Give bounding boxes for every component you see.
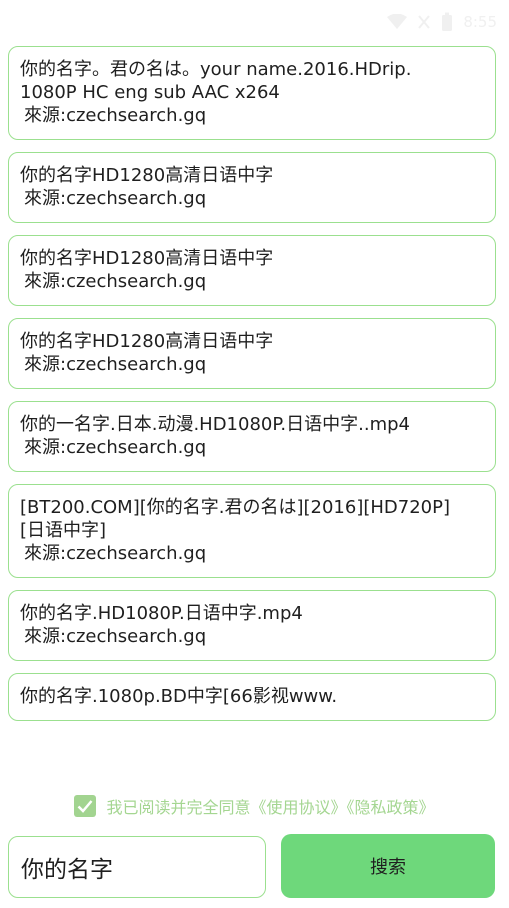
result-title: 你的名字.HD1080P.日语中字.mp4 bbox=[20, 603, 303, 624]
result-title: 你的名字HD1280高清日语中字 bbox=[20, 248, 274, 269]
status-bar: 8:55 bbox=[0, 0, 509, 44]
battery-icon bbox=[441, 12, 453, 32]
result-title: 你的名字HD1280高清日语中字 bbox=[20, 331, 274, 352]
result-item[interactable]: 你的名字.1080p.BD中字[66影视www. bbox=[8, 673, 496, 721]
result-source: 來源:czechsearch.gq bbox=[24, 354, 207, 375]
result-item[interactable]: 你的名字HD1280高清日语中字 來源:czechsearch.gq bbox=[8, 235, 496, 306]
result-title: [BT200.COM][你的名字.君の名は][2016][HD720P] [日语… bbox=[20, 497, 451, 541]
result-source: 來源:czechsearch.gq bbox=[24, 271, 207, 292]
result-title: 你的名字HD1280高清日语中字 bbox=[20, 165, 274, 186]
search-bar: 搜索 bbox=[0, 834, 509, 908]
result-item[interactable]: 你的名字HD1280高清日语中字 來源:czechsearch.gq bbox=[8, 318, 496, 389]
status-icons: 8:55 bbox=[387, 10, 497, 34]
result-source: 來源:czechsearch.gq bbox=[24, 626, 207, 647]
result-source: 來源:czechsearch.gq bbox=[24, 437, 207, 458]
result-item[interactable]: 你的名字.HD1080P.日语中字.mp4 來源:czechsearch.gq bbox=[8, 590, 496, 661]
signal-icon bbox=[417, 14, 431, 30]
result-source: 來源:czechsearch.gq bbox=[24, 188, 207, 209]
agreement-row: 我已阅读并完全同意《使用协议》《隐私政策》 bbox=[0, 778, 509, 834]
agreement-text[interactable]: 我已阅读并完全同意《使用协议》《隐私政策》 bbox=[106, 794, 434, 818]
result-item[interactable]: [BT200.COM][你的名字.君の名は][2016][HD720P] [日语… bbox=[8, 484, 496, 578]
status-time: 8:55 bbox=[463, 13, 497, 31]
agreement-checkbox[interactable] bbox=[74, 795, 97, 817]
result-item[interactable]: 你的名字。君の名は。your name.2016.HDrip. 1080P HC… bbox=[8, 46, 496, 140]
result-item[interactable]: 你的一名字.日本.动漫.HD1080P.日语中字..mp4 來源:czechse… bbox=[8, 401, 496, 472]
check-icon bbox=[78, 800, 93, 813]
wifi-icon bbox=[387, 14, 408, 30]
result-title: 你的名字.1080p.BD中字[66影视www. bbox=[20, 686, 338, 707]
search-button[interactable]: 搜索 bbox=[281, 834, 495, 898]
result-source: 來源:czechsearch.gq bbox=[24, 105, 207, 126]
result-title: 你的名字。君の名は。your name.2016.HDrip. 1080P HC… bbox=[20, 59, 412, 103]
result-item[interactable]: 你的名字HD1280高清日语中字 來源:czechsearch.gq bbox=[8, 152, 496, 223]
result-title: 你的一名字.日本.动漫.HD1080P.日语中字..mp4 bbox=[20, 414, 410, 435]
result-list[interactable]: 你的名字。君の名は。your name.2016.HDrip. 1080P HC… bbox=[8, 46, 496, 778]
result-source: 來源:czechsearch.gq bbox=[24, 543, 207, 564]
search-input[interactable] bbox=[8, 836, 266, 898]
